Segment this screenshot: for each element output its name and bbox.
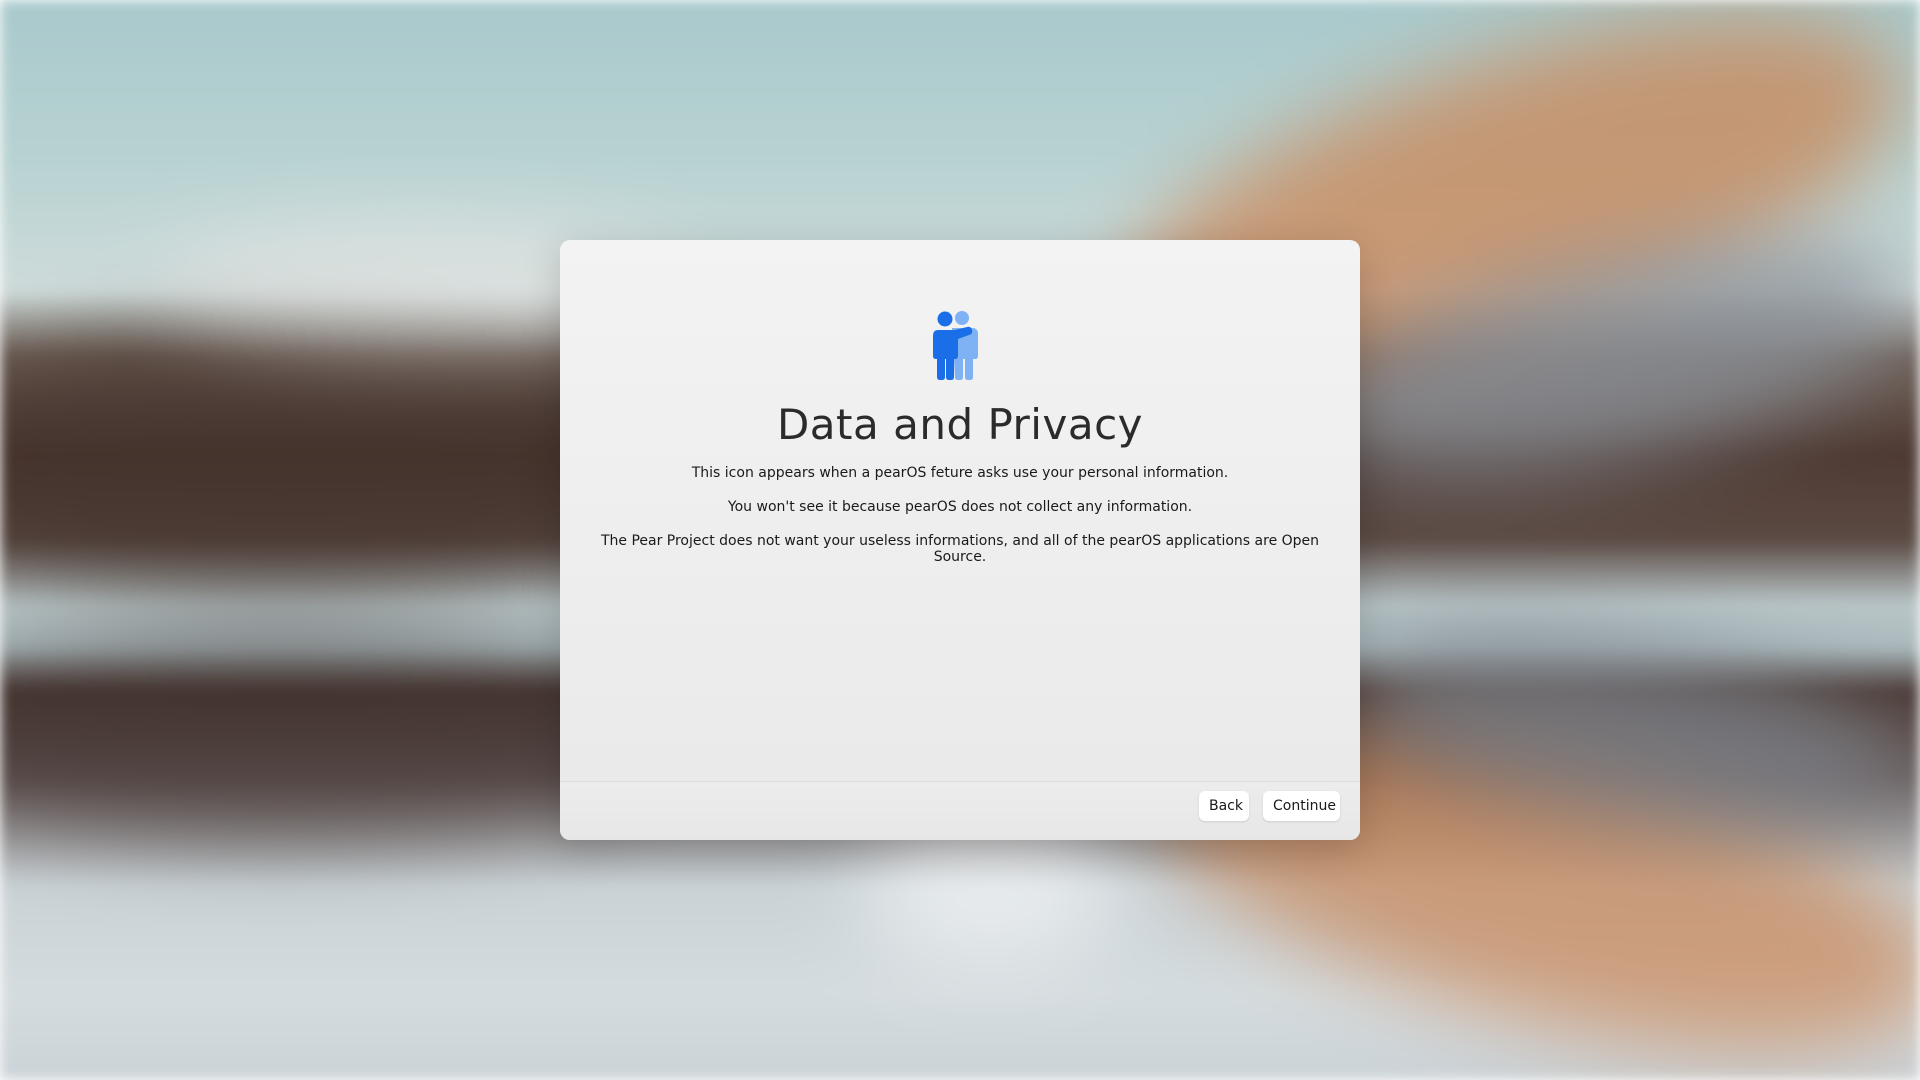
description-paragraph-2: You won't see it because pearOS does not… (727, 499, 1193, 515)
setup-dialog: Data and Privacy This icon appears when … (560, 240, 1360, 840)
page-title: Data and Privacy (776, 400, 1144, 449)
dialog-footer: Back Continue (560, 781, 1360, 840)
people-privacy-icon (933, 311, 978, 380)
continue-button[interactable]: Continue (1263, 791, 1340, 821)
description-paragraph-3: The Pear Project does not want your usel… (600, 533, 1320, 565)
description-paragraph-1: This icon appears when a pearOS feture a… (691, 465, 1229, 481)
back-button[interactable]: Back (1199, 791, 1249, 821)
dialog-content: Data and Privacy This icon appears when … (560, 240, 1360, 781)
